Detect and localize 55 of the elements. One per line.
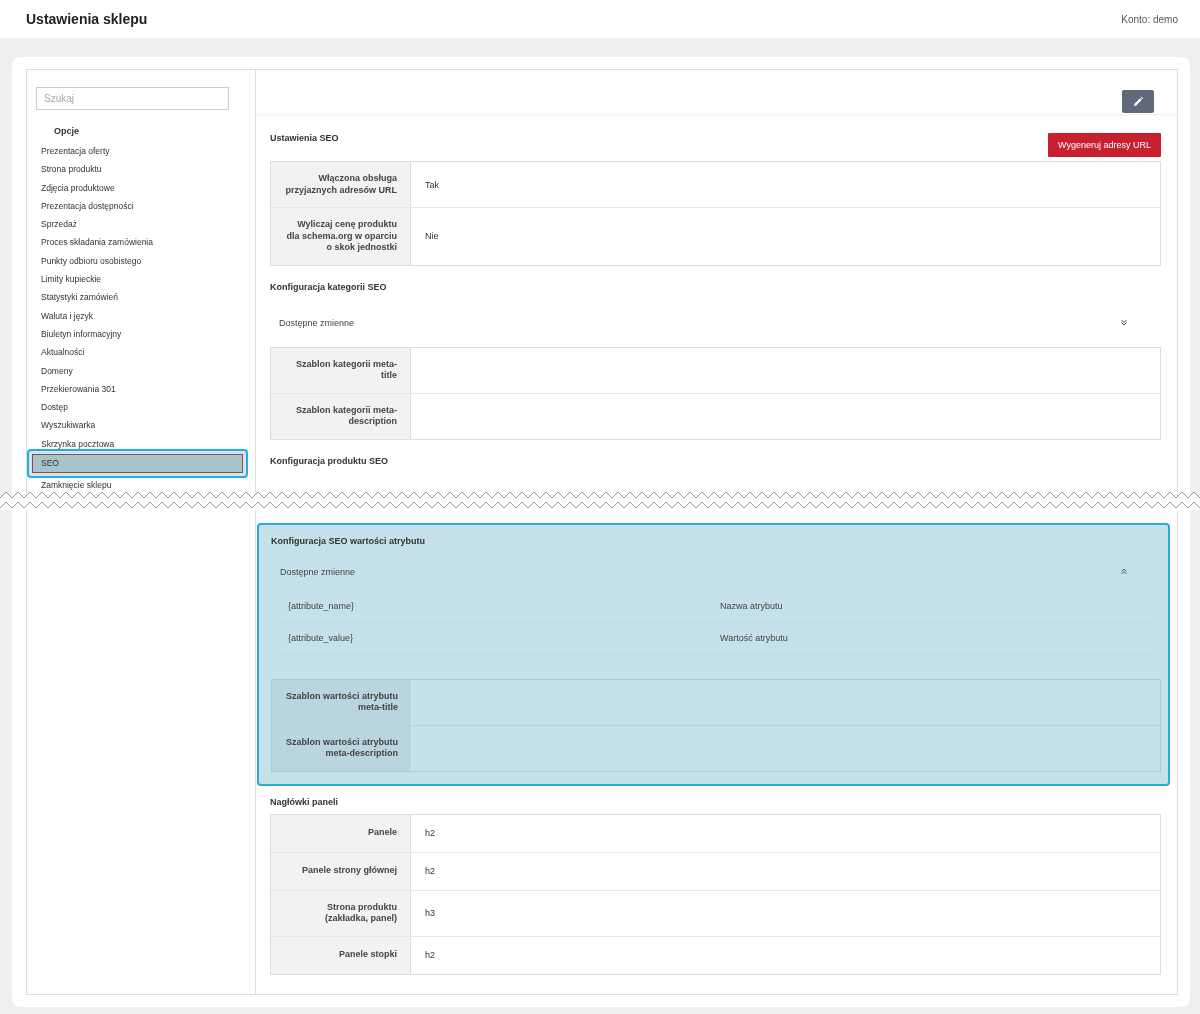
variables-toggle[interactable]: Dostępne zmienne (271, 552, 1161, 591)
sidebar-heading: Opcje (54, 125, 80, 138)
sidebar-item[interactable]: Domeny (27, 361, 255, 380)
pencil-icon (1132, 95, 1144, 108)
sidebar-item[interactable]: Statystyki zamówień (27, 288, 255, 307)
setting-value: Tak (425, 179, 439, 190)
sidebar-item[interactable]: Aktualności (27, 343, 255, 362)
section-title: Konfiguracja SEO wartości atrybutu (271, 535, 426, 546)
sidebar-item[interactable]: Zdjęcia produktowe (27, 178, 255, 197)
setting-value: h2 (425, 950, 435, 960)
setting-label: Panele (367, 827, 397, 839)
sidebar-item[interactable]: Punkty odbioru osobistego (27, 251, 255, 271)
section-title: Ustawienia SEO (270, 133, 339, 143)
setting-label: Wyliczaj cenę produktu dla schema.org w oparciu o skok jednostki (285, 219, 397, 254)
sidebar-item[interactable]: Proces składania zamówienia (27, 233, 255, 252)
sidebar-item[interactable]: Zamknięcie sklepu (27, 476, 255, 495)
setting-label: Włączona obsługa przyjaznych adresów URL (284, 173, 397, 196)
setting-label: Szablon wartości atrybutu meta-title (284, 690, 398, 714)
page-title: Ustawienia sklepu (26, 11, 148, 27)
sidebar-item[interactable]: Biuletyn informacyjny (27, 324, 255, 344)
chevron-down-icon (1121, 319, 1127, 326)
setting-label: Strona produktu (zakładka, panel) (323, 901, 397, 925)
account-label: Konto: demo (1121, 13, 1178, 25)
setting-value: Nie (425, 231, 439, 242)
section-title: Konfiguracja kategorii SEO (270, 281, 387, 292)
variable-name: {attribute_value} (288, 633, 355, 643)
sidebar-item[interactable]: Przekierowania 301 (27, 379, 255, 399)
setting-value: h2 (425, 828, 435, 838)
setting-value: h3 (425, 908, 435, 918)
sidebar-item[interactable]: Skrzynka pocztowa (27, 434, 255, 454)
search-field[interactable]: Szukaj (36, 87, 229, 110)
setting-value: h2 (425, 866, 435, 876)
setting-label: Szablon kategorii meta-description (294, 404, 397, 428)
setting-label: Szablon kategorii meta-title (294, 358, 397, 382)
variable-description: Wartość atrybutu (720, 633, 788, 643)
variables-toggle[interactable]: Dostępne zmienne (270, 298, 1161, 347)
sidebar-item[interactable]: Prezentacja dostępności (27, 196, 255, 216)
setting-label: Panele strony głównej (301, 865, 397, 877)
variable-description: Nazwa atrybutu (720, 601, 783, 611)
setting-label: Szablon wartości atrybutu meta-description (284, 736, 398, 760)
edit-button[interactable] (1122, 90, 1154, 113)
variable-name: {attribute_name} (288, 601, 356, 611)
section-title: Nagłówki paneli (270, 796, 338, 807)
sidebar-item[interactable]: SEO (32, 454, 243, 474)
setting-label: Panele stopki (338, 949, 397, 961)
sidebar-item[interactable]: Limity kupieckie (27, 270, 255, 289)
chevron-up-icon (1121, 568, 1127, 575)
sidebar-item[interactable]: Waluta i język (27, 306, 255, 325)
generate-urls-button[interactable]: Wygeneruj adresy URL (1048, 133, 1161, 157)
sidebar-item[interactable]: Prezentacja oferty (27, 142, 255, 161)
sidebar-item[interactable]: Dostęp (27, 398, 255, 417)
sidebar-item[interactable]: Strona produktu (27, 160, 255, 179)
sidebar-item[interactable]: Wyszukiwarka (27, 416, 255, 435)
section-title: Konfiguracja produktu SEO (270, 455, 388, 466)
sidebar-item[interactable]: Sprzedaż (27, 215, 255, 234)
